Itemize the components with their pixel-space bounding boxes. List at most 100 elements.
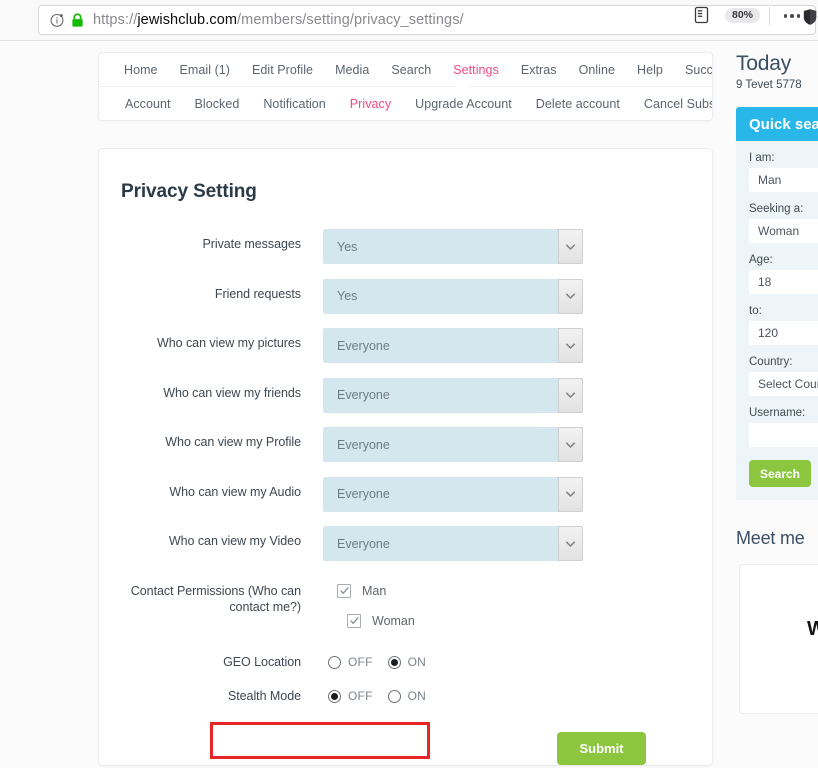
quick-search-field-country: Country: Select Country	[749, 356, 818, 396]
url-path: /members/setting/privacy_settings/	[237, 12, 464, 28]
nav-item-home[interactable]: Home	[113, 63, 169, 77]
quick-search-label-country: Country:	[749, 356, 793, 368]
geo-location-on-radio[interactable]	[387, 655, 401, 669]
quick-search-label-username: Username:	[749, 407, 806, 419]
select-private-messages[interactable]: Yes	[323, 229, 583, 264]
stealth-mode-off-radio[interactable]	[328, 689, 341, 703]
chevron-down-icon[interactable]	[558, 526, 583, 561]
quick-search-input-seeking-a[interactable]: Woman	[749, 219, 818, 243]
subnav-item-delete-account[interactable]: Delete account	[524, 97, 632, 111]
quick-search-input-username[interactable]	[749, 423, 818, 447]
today-heading: Today	[736, 52, 792, 75]
nav-item-extras[interactable]: Extras	[510, 63, 568, 77]
quick-search-field-to: to: 120	[749, 305, 818, 345]
select-who-can-view-my-profile[interactable]: Everyone	[323, 427, 583, 462]
select-who-can-view-my-audio[interactable]: Everyone	[323, 476, 583, 512]
main-column: Home Email (1) Edit Profile Media Search Sett…	[98, 52, 713, 766]
meet-me-card[interactable]: W.	[739, 564, 818, 714]
label-private-messages: Private messages	[202, 237, 301, 251]
zoom-level-badge[interactable]: 80%	[724, 8, 760, 23]
subnav-item-privacy[interactable]: Privacy	[338, 97, 403, 111]
meet-me-heading: Meet me	[736, 528, 805, 548]
page-title: Privacy Setting	[121, 181, 257, 202]
nav-item-search[interactable]: Search	[380, 63, 442, 77]
subnav-item-upgrade-account[interactable]: Upgrade Account	[403, 97, 524, 111]
quick-search-input-i-am[interactable]: Man	[749, 168, 818, 192]
browser-chrome: https://jewishclub.com/members/setting/p…	[0, 0, 818, 41]
setting-row-who-can-view-my-pictures: Who can view my pictures Everyone	[99, 328, 712, 363]
contact-permissions-options: Man Woman	[323, 576, 712, 636]
padlock-secure-icon[interactable]	[70, 12, 84, 28]
subnav-item-account[interactable]: Account	[113, 97, 183, 111]
chevron-down-icon[interactable]	[558, 427, 583, 462]
setting-row-private-messages: Private messages Yes	[99, 229, 712, 264]
checkbox-woman-label: Woman	[372, 613, 415, 628]
reader-view-icon[interactable]	[693, 6, 710, 24]
subnav-item-cancel-subscription[interactable]: Cancel Subscription	[632, 97, 712, 111]
chevron-down-icon[interactable]	[558, 229, 583, 264]
select-value-friend-requests: Yes	[337, 289, 358, 303]
url-scheme: https://	[93, 12, 138, 28]
select-who-can-view-my-friends[interactable]: Everyone	[323, 377, 583, 413]
stealth-mode-radio-group: OFF ON	[328, 684, 712, 708]
page-content: Home Email (1) Edit Profile Media Search Sett…	[0, 41, 818, 768]
setting-row-friend-requests: Friend requests Yes	[99, 278, 712, 314]
select-value-who-can-view-my-friends: Everyone	[337, 388, 390, 402]
nav-item-help[interactable]: Help	[626, 63, 674, 77]
label-who-can-view-my-video: Who can view my Video	[168, 534, 301, 548]
select-value-who-can-view-my-video: Everyone	[337, 536, 390, 551]
checkbox-woman-box[interactable]	[347, 613, 361, 628]
label-who-can-view-my-pictures: Who can view my pictures	[157, 336, 301, 350]
right-sidebar: Today 9 Tevet 5778 Quick search I am: Man…	[736, 52, 818, 714]
setting-row-who-can-view-my-audio: Who can view my Audio Everyone	[99, 476, 712, 512]
quick-search-input-country[interactable]: Select Country	[749, 372, 818, 396]
subnav-item-blocked[interactable]: Blocked	[183, 97, 252, 111]
info-circle-icon[interactable]	[49, 13, 64, 28]
quick-search-submit-button[interactable]: Search	[749, 460, 811, 487]
stealth-mode-on-radio[interactable]	[387, 689, 401, 703]
quick-search-widget: Quick search I am: Man Seeking a: Woman Age:…	[736, 107, 818, 500]
select-who-can-view-my-pictures[interactable]: Everyone	[323, 328, 583, 363]
chevron-down-icon[interactable]	[558, 278, 583, 314]
chevron-down-icon[interactable]	[558, 328, 583, 363]
geo-location-off-radio[interactable]	[328, 655, 341, 669]
nav-item-settings[interactable]: Settings	[442, 63, 510, 77]
geo-location-radio-group: OFF ON	[328, 650, 712, 674]
nav-item-media[interactable]: Media	[324, 63, 380, 77]
select-value-who-can-view-my-profile: Everyone	[337, 437, 390, 452]
quick-search-field-age: Age: 18	[749, 254, 818, 294]
select-who-can-view-my-video[interactable]: Everyone	[323, 526, 583, 561]
subnav-item-notification[interactable]: Notification	[251, 97, 337, 111]
nav-item-success-story[interactable]: Success Story	[674, 63, 712, 77]
nav-item-edit-profile[interactable]: Edit Profile	[241, 63, 324, 77]
quick-search-header: Quick search	[736, 107, 818, 141]
setting-row-who-can-view-my-video: Who can view my Video Everyone	[99, 526, 712, 561]
stealth-mode-off-label: OFF	[348, 689, 373, 703]
checkbox-woman[interactable]: Woman	[347, 606, 712, 636]
setting-row-who-can-view-my-profile: Who can view my Profile Everyone	[99, 427, 712, 462]
label-who-can-view-my-friends: Who can view my friends	[163, 385, 301, 400]
tracking-protection-shield-icon[interactable]	[802, 8, 818, 26]
primary-nav: Home Email (1) Edit Profile Media Search Sett…	[99, 53, 712, 87]
ellipsis-menu-icon[interactable]	[783, 14, 800, 18]
quick-search-input-to[interactable]: 120	[749, 321, 818, 345]
checkbox-man[interactable]: Man	[337, 576, 712, 606]
privacy-settings-card: Privacy Setting Private messages Yes Frien…	[98, 148, 713, 766]
quick-search-label-i-am: I am:	[749, 152, 775, 164]
settings-rows: Private messages Yes Friend requests Yes Who…	[99, 229, 712, 765]
label-who-can-view-my-profile: Who can view my Profile	[165, 435, 301, 449]
chevron-down-icon[interactable]	[558, 476, 583, 512]
geo-location-on-label: ON	[407, 655, 427, 669]
nav-item-email-1[interactable]: Email (1)	[169, 63, 241, 77]
chevron-down-icon[interactable]	[558, 377, 583, 413]
quick-search-input-age[interactable]: 18	[749, 270, 818, 294]
select-value-who-can-view-my-audio: Everyone	[337, 487, 390, 501]
select-value-who-can-view-my-pictures: Everyone	[337, 338, 390, 353]
hebrew-date: 9 Tevet 5778	[736, 79, 802, 91]
geo-location-row: GEO Location OFF ON	[99, 650, 712, 674]
select-friend-requests[interactable]: Yes	[323, 278, 583, 314]
checkbox-man-box[interactable]	[337, 583, 351, 598]
nav-item-online[interactable]: Online	[568, 63, 626, 77]
submit-button[interactable]: Submit	[557, 732, 646, 765]
nav-pointer-caret	[456, 86, 469, 93]
